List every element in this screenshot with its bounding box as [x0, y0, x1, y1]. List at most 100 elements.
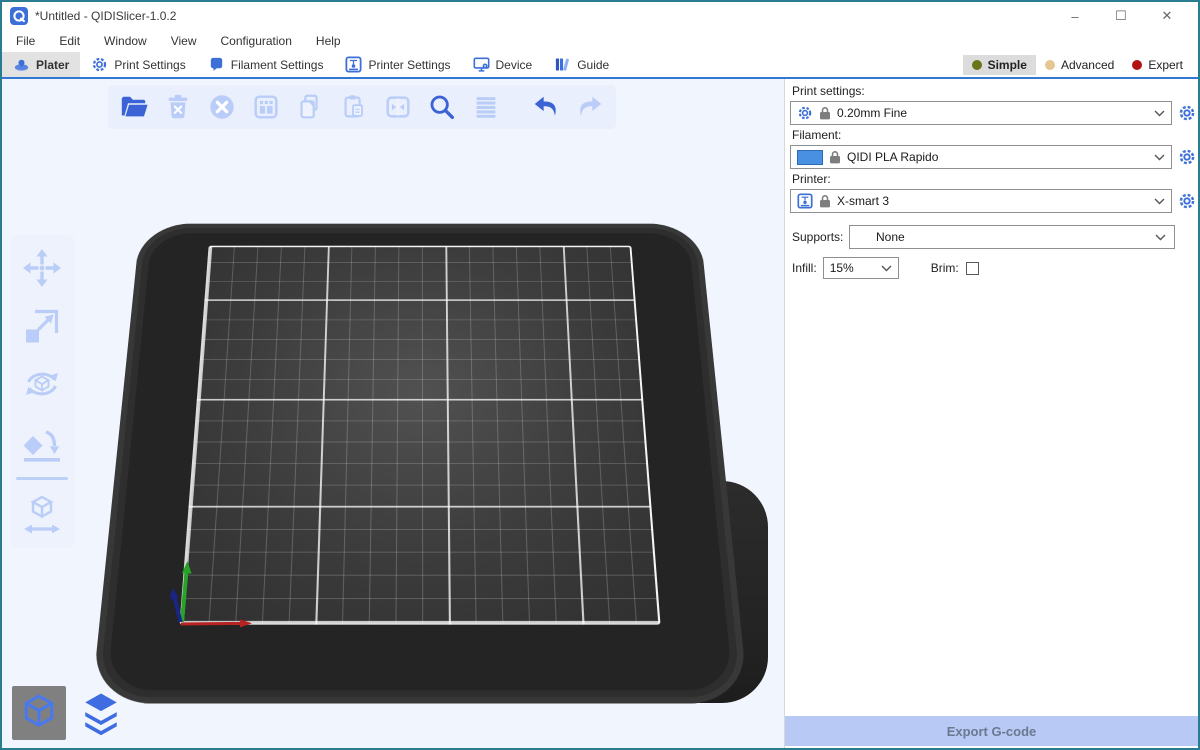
- delete-button[interactable]: [162, 91, 194, 123]
- open-button[interactable]: [118, 91, 150, 123]
- redo-icon: [575, 92, 605, 122]
- editor-3d-view-button[interactable]: [12, 686, 66, 740]
- gear-icon: [1178, 104, 1196, 122]
- search-button[interactable]: [426, 91, 458, 123]
- menu-edit[interactable]: Edit: [47, 30, 92, 52]
- menu-file[interactable]: File: [4, 30, 47, 52]
- chevron-down-icon: [1154, 110, 1165, 117]
- copy-button[interactable]: [294, 91, 326, 123]
- menu-view[interactable]: View: [159, 30, 209, 52]
- tab-printer-settings[interactable]: Printer Settings: [334, 52, 461, 77]
- 3d-viewport[interactable]: [2, 79, 784, 748]
- minimize-button[interactable]: –: [1052, 3, 1098, 29]
- printer-select[interactable]: X-smart 3: [790, 189, 1172, 213]
- chevron-down-icon: [1154, 198, 1165, 205]
- top-toolbar: [108, 85, 616, 129]
- lock-icon: [819, 106, 831, 120]
- guide-icon: [554, 56, 571, 73]
- search-icon: [427, 92, 457, 122]
- split-objects-icon: [383, 92, 413, 122]
- print-settings-gear-button[interactable]: [1176, 101, 1198, 125]
- supports-value: None: [876, 230, 1155, 244]
- tab-label: Printer Settings: [368, 58, 450, 72]
- menu-configuration[interactable]: Configuration: [209, 30, 304, 52]
- tab-guide[interactable]: Guide: [543, 52, 620, 77]
- tab-label: Guide: [577, 58, 609, 72]
- filament-select[interactable]: QIDI PLA Rapido: [790, 145, 1172, 169]
- gear-icon: [91, 56, 108, 73]
- maximize-button[interactable]: ☐: [1098, 3, 1144, 29]
- measure-icon: [20, 493, 64, 537]
- left-toolbar: [10, 235, 74, 548]
- print-settings-select[interactable]: 0.20mm Fine: [790, 101, 1172, 125]
- window-title: *Untitled - QIDISlicer-1.0.2: [35, 9, 1052, 23]
- tab-plater[interactable]: Plater: [2, 52, 80, 77]
- paste-button[interactable]: [338, 91, 370, 123]
- tab-filament-settings[interactable]: Filament Settings: [197, 52, 335, 77]
- expert-mode-dot-icon: [1132, 60, 1142, 70]
- print-settings-value: 0.20mm Fine: [837, 106, 1148, 120]
- sidebar: Print settings: 0.20mm Fine Filament: QI…: [784, 79, 1198, 748]
- tab-label: Device: [496, 58, 533, 72]
- paste-icon: [339, 92, 369, 122]
- gear-icon: [1178, 192, 1196, 210]
- gear-icon: [797, 105, 813, 121]
- printer-gear-button[interactable]: [1176, 189, 1198, 213]
- close-button[interactable]: ✕: [1144, 3, 1190, 29]
- infill-select[interactable]: 15%: [823, 257, 899, 279]
- plater-icon: [13, 56, 30, 73]
- chevron-down-icon: [881, 265, 892, 272]
- advanced-mode-dot-icon: [1045, 60, 1055, 70]
- filament-gear-button[interactable]: [1176, 145, 1198, 169]
- scale-icon: [20, 304, 64, 348]
- print-settings-label: Print settings:: [792, 84, 1198, 98]
- editor-3d-view-icon: [16, 690, 62, 736]
- menu-help[interactable]: Help: [304, 30, 353, 52]
- titlebar: *Untitled - QIDISlicer-1.0.2 – ☐ ✕: [2, 2, 1198, 30]
- redo-button[interactable]: [574, 91, 606, 123]
- brim-checkbox[interactable]: [966, 262, 979, 275]
- rotate-icon: [20, 362, 64, 406]
- menubar: File Edit Window View Configuration Help: [2, 30, 1198, 52]
- mode-label: Expert: [1148, 58, 1183, 72]
- toolbar-separator: [16, 477, 68, 480]
- tab-print-settings[interactable]: Print Settings: [80, 52, 196, 77]
- undo-button[interactable]: [530, 91, 562, 123]
- scale-button[interactable]: [19, 303, 65, 349]
- axes-indicator-icon: [152, 539, 282, 644]
- rotate-button[interactable]: [19, 361, 65, 407]
- delete-all-button[interactable]: [206, 91, 238, 123]
- undo-icon: [531, 92, 561, 122]
- arrange-icon: [251, 92, 281, 122]
- delete-icon: [163, 92, 193, 122]
- chevron-down-icon: [1154, 154, 1165, 161]
- mode-label: Advanced: [1061, 58, 1114, 72]
- filament-color-swatch: [797, 150, 823, 165]
- move-icon: [20, 246, 64, 290]
- lock-icon: [829, 150, 841, 164]
- variable-layer-height-button[interactable]: [470, 91, 502, 123]
- menu-window[interactable]: Window: [92, 30, 159, 52]
- move-button[interactable]: [19, 245, 65, 291]
- mode-expert[interactable]: Expert: [1123, 55, 1192, 75]
- mode-advanced[interactable]: Advanced: [1036, 55, 1123, 75]
- app-window: *Untitled - QIDISlicer-1.0.2 – ☐ ✕ File …: [0, 0, 1200, 750]
- filament-value: QIDI PLA Rapido: [847, 150, 1148, 164]
- place-on-face-button[interactable]: [19, 419, 65, 465]
- tab-device[interactable]: Device: [462, 52, 544, 77]
- export-gcode-button[interactable]: Export G-code: [785, 716, 1198, 746]
- view-toggle: [12, 686, 128, 740]
- tabbar: Plater Print Settings Filament Settings …: [2, 52, 1198, 79]
- printer-label: Printer:: [792, 172, 1198, 186]
- mode-simple[interactable]: Simple: [963, 55, 1036, 75]
- arrange-button[interactable]: [250, 91, 282, 123]
- preview-layers-button[interactable]: [74, 686, 128, 740]
- brim-label: Brim:: [931, 261, 959, 275]
- printer-value: X-smart 3: [837, 194, 1148, 208]
- lock-icon: [819, 194, 831, 208]
- split-objects-button[interactable]: [382, 91, 414, 123]
- place-on-face-icon: [20, 420, 64, 464]
- supports-select[interactable]: None: [849, 225, 1175, 249]
- measure-button[interactable]: [19, 492, 65, 538]
- tab-label: Filament Settings: [231, 58, 324, 72]
